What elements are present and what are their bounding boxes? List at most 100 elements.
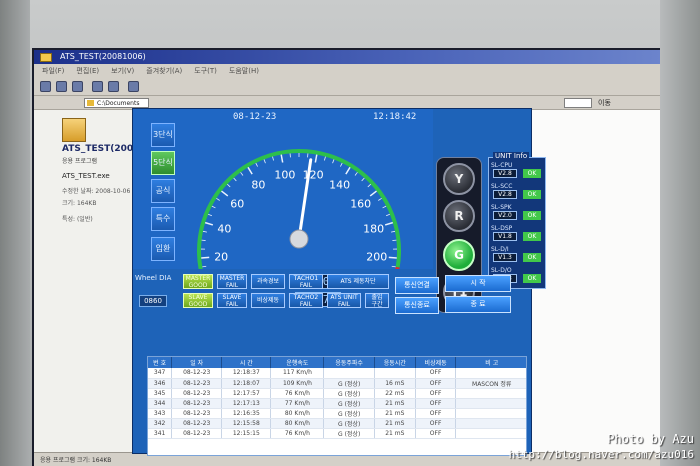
gauge-tick	[384, 221, 394, 226]
gauge-tick	[361, 177, 365, 182]
overspeed-alarm-indicator: 과속경보	[251, 274, 285, 289]
gauge-tick	[201, 256, 210, 259]
unit-status: OK	[523, 274, 541, 283]
menu-help[interactable]: 도움말(H)	[229, 64, 259, 78]
connect-button[interactable]: 통신연결	[395, 277, 439, 294]
forward-icon[interactable]	[56, 81, 67, 92]
gauge-tick	[314, 154, 318, 163]
table-cell: G (정상)	[323, 418, 375, 429]
window-titlebar: ATS_TEST(20081006)	[34, 50, 660, 64]
mode-button-public[interactable]: 공식	[151, 179, 175, 203]
mode-button-shunting[interactable]: 입환	[151, 237, 175, 261]
gauge-tick	[247, 166, 253, 175]
gauge-hub	[289, 229, 309, 249]
menu-favorites[interactable]: 즐겨찾기(A)	[146, 64, 182, 78]
table-row[interactable]: 343 08-12-23 12:16:35 80 Km/h G (정상) 21 …	[148, 408, 526, 419]
column-header[interactable]: 운행속도	[270, 357, 325, 368]
menu-edit[interactable]: 편집(E)	[76, 64, 99, 78]
watermark-credit: Photo by Azu	[607, 432, 694, 446]
start-button[interactable]: 시 작	[445, 275, 511, 292]
table-row[interactable]: 347 08-12-23 12:18:37 117 Km/h OFF	[148, 368, 526, 379]
column-header[interactable]: 일 자	[171, 357, 223, 368]
table-cell: 117 Km/h	[270, 368, 325, 379]
unit-status: OK	[523, 232, 541, 241]
unit-name: SL-CPU	[491, 162, 513, 169]
mode-button-5[interactable]: 5단식	[151, 151, 175, 175]
up-icon[interactable]	[72, 81, 83, 92]
gauge-tick	[369, 190, 377, 197]
gauge-tick	[385, 213, 390, 217]
unit-row: SL-CPU V2.8 OK	[491, 162, 545, 179]
menu-view[interactable]: 보기(V)	[111, 64, 134, 78]
unit-status: OK	[523, 190, 541, 199]
unit-version: V1.3	[493, 253, 517, 262]
table-cell: 22 mS	[374, 388, 416, 399]
file-name[interactable]: ATS_TEST.exe	[62, 172, 110, 180]
unit-row: SL-SPK V2.0 OK	[491, 204, 545, 221]
gauge-tick	[367, 183, 371, 188]
mode-button-special[interactable]: 특수	[151, 207, 175, 231]
mode-button-3[interactable]: 3단식	[151, 123, 175, 147]
table-row[interactable]: 344 08-12-23 12:17:13 77 Km/h G (정상) 21 …	[148, 398, 526, 409]
signal-lamp-y: Y	[443, 163, 475, 195]
table-cell: 08-12-23	[171, 378, 223, 389]
table-cell: 12:18:37	[221, 368, 272, 379]
disconnect-button[interactable]: 통신종료	[395, 297, 439, 314]
table-cell: 21 mS	[374, 418, 416, 429]
stop-button[interactable]: 종 료	[445, 296, 511, 313]
table-row[interactable]: 346 08-12-23 12:18:07 109 Km/h G (정상) 16…	[148, 378, 526, 389]
column-header[interactable]: 비 고	[455, 357, 526, 368]
unit-version: V2.8	[493, 169, 517, 178]
table-cell: OFF	[415, 428, 457, 439]
table-cell: G (정상)	[323, 408, 375, 419]
unit-info-title: UNIT Info	[493, 152, 530, 160]
address-input[interactable]: C:\Documents	[84, 98, 149, 108]
table-cell: G (정상)	[323, 388, 375, 399]
menu-file[interactable]: 파일(F)	[42, 64, 64, 78]
folder-subtitle: 응용 프로그램	[62, 158, 98, 165]
table-cell: G (정상)	[323, 378, 375, 389]
gauge-tick-label: 80	[251, 178, 265, 191]
gauge-tick	[272, 156, 274, 161]
table-row[interactable]: 345 08-12-23 12:17:57 76 Km/h G (정상) 22 …	[148, 388, 526, 399]
table-cell: 12:15:58	[221, 418, 272, 429]
ats-unit-fail-indicator: ATS UNIT FAIL	[327, 293, 361, 308]
gauge-tick-label: 20	[214, 251, 228, 264]
gauge-tick	[324, 156, 326, 161]
watermark-url: http://blog.naver.com/azu016	[508, 448, 694, 461]
gauge-tick	[332, 159, 335, 164]
menu-bar: 파일(F) 편집(E) 보기(V) 즐겨찾기(A) 도구(T) 도움말(H)	[34, 64, 660, 78]
table-row[interactable]: 341 08-12-23 12:15:15 76 Km/h G (정상) 21 …	[148, 428, 526, 439]
column-header[interactable]: 시 간	[221, 357, 272, 368]
unit-name: SL-D/I	[491, 246, 509, 253]
wheel-dia-value[interactable]: 0860	[139, 295, 167, 307]
gauge-tick	[378, 198, 382, 201]
column-header[interactable]: 응동시간	[374, 357, 416, 368]
table-row[interactable]: 342 08-12-23 12:15:58 80 Km/h G (정상) 21 …	[148, 418, 526, 429]
views-icon[interactable]	[128, 81, 139, 92]
gauge-tick	[255, 162, 258, 167]
gauge-tick	[345, 166, 351, 175]
unit-name: SL-D/O	[491, 267, 512, 274]
table-cell: G (정상)	[323, 398, 375, 409]
go-button[interactable]: 이동	[598, 98, 611, 108]
search-icon[interactable]	[92, 81, 103, 92]
folders-icon[interactable]	[108, 81, 119, 92]
column-header[interactable]: 비상제동	[415, 357, 457, 368]
toolbar	[34, 78, 660, 96]
address-dropdown[interactable]	[564, 98, 592, 108]
column-header[interactable]: 번 호	[148, 357, 173, 368]
signal-lamp-g: G	[443, 239, 475, 271]
menu-tools[interactable]: 도구(T)	[194, 64, 217, 78]
unit-status: OK	[523, 211, 541, 220]
column-header[interactable]: 응동주파수	[323, 357, 375, 368]
table-cell: 08-12-23	[171, 388, 223, 399]
table-cell: 12:15:15	[221, 428, 272, 439]
application-icon	[62, 118, 86, 142]
table-cell	[374, 368, 416, 379]
table-cell: 21 mS	[374, 428, 416, 439]
back-icon[interactable]	[40, 81, 51, 92]
table-cell: OFF	[415, 368, 457, 379]
gauge-tick	[227, 183, 231, 188]
emergency-brake-indicator: 비상제동	[251, 293, 285, 308]
